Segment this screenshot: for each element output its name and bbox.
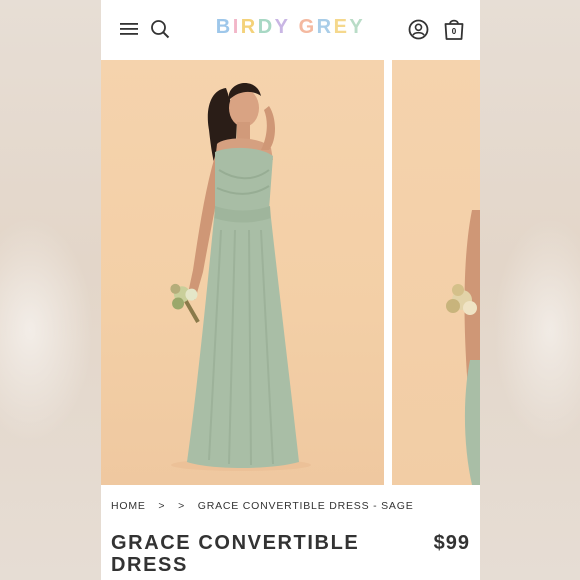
breadcrumb-separator: >: [178, 500, 186, 512]
logo-letter: E: [333, 16, 350, 38]
logo-letter: I: [232, 16, 241, 38]
product-image-gallery[interactable]: [101, 60, 480, 485]
logo-letter: G: [298, 16, 317, 38]
account-button[interactable]: [404, 15, 432, 43]
breadcrumb-current: GRACE CONVERTIBLE DRESS - SAGE: [197, 500, 414, 512]
site-header: BIRDY GREY 0: [101, 0, 480, 58]
cart-count: 0: [451, 27, 457, 36]
logo-letter: R: [240, 16, 258, 38]
logo-letter: R: [316, 16, 334, 38]
model-in-dress-image: [170, 83, 311, 471]
logo-letter: B: [215, 16, 233, 38]
product-title: GRACE CONVERTIBLE DRESS: [111, 532, 360, 576]
breadcrumb-home-link[interactable]: HOME: [111, 500, 146, 512]
product-photo-next[interactable]: [392, 60, 480, 485]
cart-button[interactable]: 0: [440, 15, 468, 43]
breadcrumb-separator: >: [158, 500, 166, 512]
model-in-dress-image: [446, 210, 480, 485]
logo-letter: [291, 16, 299, 39]
logo-letter: Y: [349, 16, 366, 38]
product-photo-main[interactable]: [101, 60, 384, 485]
logo-letter: D: [257, 16, 275, 38]
logo-letter: Y: [274, 16, 291, 38]
product-price: $99: [433, 532, 470, 554]
account-icon: [408, 19, 428, 39]
product-page: BIRDY GREY 0 HOME > > GRACE CONVERTIBLE …: [101, 0, 480, 580]
breadcrumb: HOME > > GRACE CONVERTIBLE DRESS - SAGE: [111, 500, 414, 512]
